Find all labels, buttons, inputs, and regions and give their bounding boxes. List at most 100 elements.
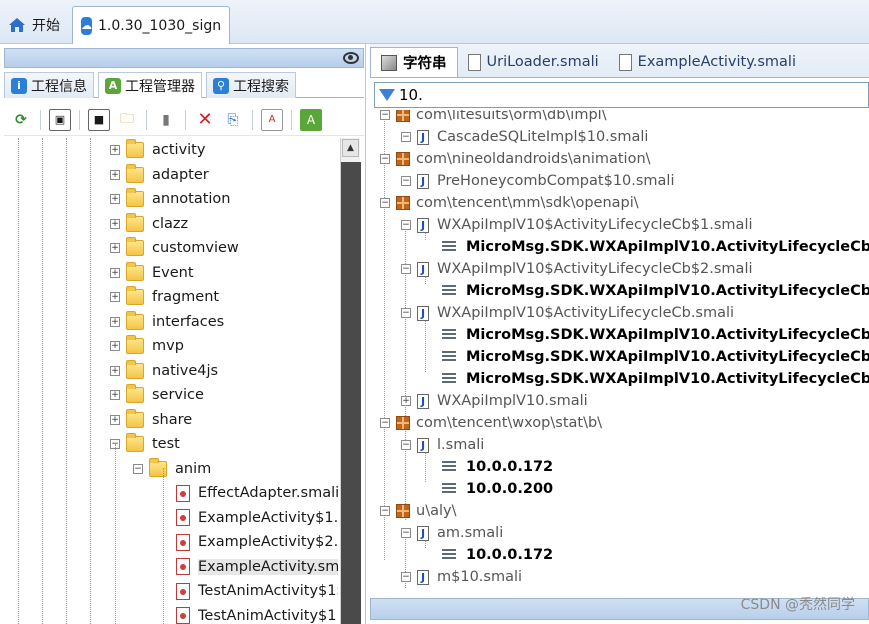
delete-icon[interactable]: ✕	[194, 109, 216, 131]
tree-scrollbar[interactable]: ▲	[340, 138, 361, 624]
collapse-icon[interactable]: −	[401, 132, 411, 142]
expand-icon[interactable]: +	[110, 243, 120, 253]
result-string[interactable]: MicroMsg.SDK.WXApiImplV10.ActivityLifecy…	[442, 368, 869, 390]
result-string[interactable]: 10.0.0.200	[442, 478, 553, 500]
result-package[interactable]: − com\litesuits\orm\db\impl\	[380, 110, 607, 126]
document-icon	[467, 53, 481, 71]
scroll-up-arrow-icon[interactable]: ▲	[342, 139, 359, 157]
tree-file[interactable]: ExampleActivity$1.s	[176, 506, 338, 530]
console-icon[interactable]: ■	[88, 108, 110, 131]
result-string[interactable]: 10.0.0.172	[442, 544, 553, 566]
tree-file[interactable]: ExampleActivity$2.s	[176, 530, 338, 554]
result-file[interactable]: + J WXApiImplV10.smali	[401, 390, 588, 412]
tree-folder-label: share	[152, 411, 193, 428]
collapse-icon[interactable]: −	[401, 220, 411, 230]
expand-icon[interactable]: +	[110, 292, 120, 302]
result-file[interactable]: − J WXApiImplV10$ActivityLifecycleCb.smali	[401, 302, 734, 324]
tab-project-manager[interactable]: A 工程管理器	[98, 72, 202, 98]
expand-icon[interactable]: +	[110, 365, 120, 376]
tree-folder-customview[interactable]: + customview	[110, 236, 239, 260]
expand-icon[interactable]: +	[110, 267, 120, 278]
collapse-icon[interactable]: −	[401, 528, 411, 538]
expand-icon[interactable]: +	[110, 390, 120, 400]
tree-file[interactable]: TestAnimActivity$1.s	[176, 604, 338, 624]
bookmark-icon[interactable]: ▮	[155, 109, 177, 131]
expand-icon[interactable]: +	[110, 169, 120, 180]
collapse-icon[interactable]: −	[380, 110, 390, 120]
result-file[interactable]: − J WXApiImplV10$ActivityLifecycleCb$1.sma…	[401, 214, 753, 236]
expand-icon[interactable]: +	[110, 194, 120, 204]
refresh-icon[interactable]: ⟳	[10, 109, 32, 131]
expand-icon[interactable]: +	[110, 341, 120, 351]
android-build-icon[interactable]: A	[300, 108, 322, 131]
result-file[interactable]: − Jl.smali	[401, 434, 484, 456]
tree-folder-label: test	[152, 436, 180, 452]
tree-folder-service[interactable]: + service	[110, 383, 204, 407]
tree-file[interactable]: TestAnimActivity$1$	[176, 579, 338, 603]
collapse-icon[interactable]: −	[401, 572, 411, 582]
tree-file-selected[interactable]: ExampleActivity.sma	[176, 555, 338, 579]
folder-open-icon	[126, 433, 144, 452]
tree-folder-interfaces[interactable]: + interfaces	[110, 310, 224, 334]
tree-folder-adapter[interactable]: + adapter	[110, 163, 209, 187]
tree-folder-clazz[interactable]: + clazz	[110, 212, 188, 236]
tree-folder-anim[interactable]: − anim	[133, 457, 211, 481]
result-string[interactable]: MicroMsg.SDK.WXApiImplV10.ActivityLifecy…	[442, 324, 869, 346]
result-string[interactable]: MicroMsg.SDK.WXApiImplV10.ActivityLifecy…	[442, 236, 869, 258]
result-package[interactable]: − com\nineoldandroids\animation\	[380, 148, 651, 170]
collapse-icon[interactable]: −	[401, 308, 411, 318]
toolbar-separator	[40, 109, 41, 130]
tab-project-search[interactable]: ⚲ 工程搜索	[206, 72, 296, 98]
collapse-icon[interactable]: −	[380, 418, 390, 428]
result-file[interactable]: − J CascadeSQLiteImpl$10.smali	[401, 126, 648, 148]
result-package[interactable]: − com\tencent\mm\sdk\openapi\	[380, 192, 639, 214]
result-package[interactable]: − u\aly\	[380, 500, 456, 522]
scroll-thumb[interactable]	[341, 162, 361, 624]
tree-folder-share[interactable]: + share	[110, 408, 192, 432]
tree-folder-fragment[interactable]: + fragment	[110, 285, 219, 309]
collapse-icon[interactable]: −	[401, 440, 411, 450]
export-icon[interactable]: ▣	[49, 108, 71, 131]
result-file[interactable]: − Jm$10.smali	[401, 566, 522, 588]
rename-icon[interactable]: ⎘	[222, 109, 244, 131]
tab-start[interactable]: 开始	[0, 6, 70, 44]
tab-project[interactable]: ☁ 1.0.30_1030_sign	[72, 6, 230, 44]
java-file-icon: J	[417, 437, 429, 453]
expand-icon[interactable]: +	[110, 316, 120, 327]
collapse-icon[interactable]: −	[401, 264, 411, 274]
result-package-label: com\tencent\mm\sdk\openapi\	[416, 195, 639, 211]
tree-folder-event[interactable]: + Event	[110, 261, 194, 285]
result-string[interactable]: 10.0.0.172	[442, 456, 553, 478]
collapse-icon[interactable]: −	[380, 198, 390, 208]
result-package[interactable]: − com\tencent\wxop\stat\b\	[380, 412, 602, 434]
collapse-icon[interactable]: −	[380, 154, 390, 164]
tab-exampleactivity[interactable]: ExampleActivity.smali	[609, 47, 806, 77]
expand-icon[interactable]: +	[110, 145, 120, 155]
tree-folder-mvp[interactable]: + mvp	[110, 334, 184, 358]
result-string[interactable]: MicroMsg.SDK.WXApiImplV10.ActivityLifecy…	[442, 346, 869, 368]
tree-folder-annotation[interactable]: + annotation	[110, 187, 230, 211]
text-file-icon[interactable]: A	[261, 108, 283, 131]
top-tab-bar: 开始 ☁ 1.0.30_1030_sign	[0, 0, 869, 44]
tree-folder-test[interactable]: − test	[110, 432, 180, 456]
tree-file[interactable]: EffectAdapter.smali	[176, 481, 338, 505]
eye-icon[interactable]	[343, 52, 359, 64]
collapse-icon[interactable]: −	[401, 176, 411, 186]
result-file[interactable]: − J WXApiImplV10$ActivityLifecycleCb$2.sma…	[401, 258, 753, 280]
result-file[interactable]: − J PreHoneycombCompat$10.smali	[401, 170, 675, 192]
folder-icon	[126, 237, 144, 256]
tree-folder-native4js[interactable]: + native4js	[110, 359, 218, 383]
expand-icon[interactable]: +	[110, 218, 120, 229]
tab-strings[interactable]: 字符串	[370, 47, 458, 77]
collapse-icon[interactable]: −	[133, 463, 143, 474]
tab-uriloader[interactable]: UriLoader.smali	[458, 47, 609, 77]
filter-input[interactable]	[399, 86, 839, 104]
expand-icon[interactable]: +	[401, 396, 411, 406]
tree-folder-activity[interactable]: + activity	[110, 138, 205, 162]
folder-search-icon[interactable]: 🗀	[116, 109, 138, 131]
result-file[interactable]: − Jam.smali	[401, 522, 503, 544]
expand-icon[interactable]: +	[110, 414, 120, 425]
collapse-icon[interactable]: −	[380, 506, 390, 516]
tab-project-info[interactable]: i 工程信息	[4, 72, 94, 98]
result-string[interactable]: MicroMsg.SDK.WXApiImplV10.ActivityLifecy…	[442, 280, 869, 302]
